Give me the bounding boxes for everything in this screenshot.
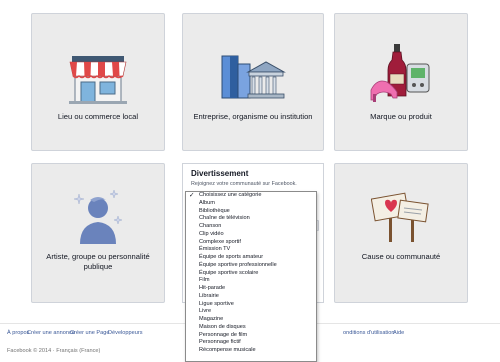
- dropdown-option[interactable]: Maison de disques: [186, 324, 316, 332]
- category-dropdown-list[interactable]: ✓ Choisissez une catégorie Album Bibliothèq…: [185, 191, 317, 362]
- dropdown-option-label: Livre: [199, 308, 212, 315]
- dropdown-option[interactable]: Chanson: [186, 223, 316, 231]
- dropdown-option[interactable]: Magazine: [186, 316, 316, 324]
- person-silhouette-icon: [73, 189, 123, 244]
- tile-label: Cause ou communauté: [361, 252, 441, 261]
- dropdown-option[interactable]: Bibliothèque: [186, 208, 316, 216]
- tile-artist[interactable]: Artiste, groupe ou personnalité publique: [31, 163, 165, 303]
- dropdown-option-label: Chanson: [199, 223, 222, 229]
- tile-title: Divertissement: [191, 169, 249, 178]
- protest-signs-icon: [371, 192, 429, 242]
- dropdown-option-label: Bibliothèque: [199, 207, 230, 214]
- tile-label: Entreprise, organisme ou institution: [193, 112, 313, 121]
- dropdown-option-label: Équipe sportive scolaire: [199, 269, 259, 276]
- dropdown-option-label: Récompense musicale: [199, 347, 256, 353]
- dropdown-option[interactable]: Personnage de film: [186, 332, 316, 340]
- dropdown-option[interactable]: Chaîne de télévision: [186, 215, 316, 223]
- dropdown-option[interactable]: ✓ Choisissez une catégorie: [186, 192, 316, 200]
- dropdown-option-label: Ligue sportive: [199, 300, 234, 307]
- dropdown-option-label: Émission TV: [199, 246, 231, 253]
- footer-link-help[interactable]: Aide: [393, 330, 404, 336]
- dropdown-option-label: Complexe sportif: [199, 238, 241, 245]
- dropdown-option-label: Équipe sportive professionnelle: [199, 261, 277, 268]
- footer-link-terms[interactable]: onditions d'utilisation: [343, 330, 394, 336]
- tile-subtitle: Rejoignez votre communauté sur Facebook.: [191, 181, 297, 187]
- storefront-icon: [69, 56, 127, 104]
- dropdown-option-label: Film: [199, 277, 210, 284]
- dropdown-option[interactable]: Ligue sportive: [186, 301, 316, 309]
- dropdown-option[interactable]: Film: [186, 277, 316, 285]
- dropdown-option[interactable]: Album: [186, 200, 316, 208]
- dropdown-option[interactable]: Personnage fictif: [186, 339, 316, 347]
- tile-label: Marque ou produit: [370, 112, 432, 121]
- dropdown-option-label: Librairie: [199, 292, 219, 299]
- dropdown-option-label: Maison de disques: [199, 323, 246, 330]
- tile-label: Artiste, groupe ou personnalité publique: [46, 252, 150, 271]
- dropdown-option-label: Chaîne de télévision: [199, 215, 250, 222]
- tile-company[interactable]: Entreprise, organisme ou institution: [182, 13, 324, 151]
- footer-link-create-ad[interactable]: Créer une annonce: [27, 330, 75, 336]
- brand-products-icon: [370, 44, 430, 102]
- dropdown-option[interactable]: Livre: [186, 308, 316, 316]
- dropdown-option-label: Hit-parade: [199, 285, 226, 291]
- footer-link-developers[interactable]: Développeurs: [108, 330, 143, 336]
- dropdown-option-label: Équipe de sports amateur: [199, 254, 264, 260]
- dropdown-option[interactable]: Équipe sportive professionnelle: [186, 262, 316, 270]
- dropdown-option[interactable]: Hit-parade: [186, 285, 316, 293]
- dropdown-option[interactable]: Équipe de sports amateur: [186, 254, 316, 262]
- tile-local-business[interactable]: Lieu ou commerce local: [31, 13, 165, 151]
- buildings-icon: [221, 55, 286, 99]
- dropdown-option-label: Album: [199, 199, 215, 206]
- dropdown-option[interactable]: Librairie: [186, 293, 316, 301]
- dropdown-option-label: Personnage fictif: [199, 339, 241, 346]
- copyright-text: Facebook © 2014 · Français (France): [7, 348, 101, 354]
- dropdown-option-label: Choisissez une catégorie: [199, 192, 262, 198]
- dropdown-option-label: Personnage de film: [199, 331, 248, 338]
- tile-label: Lieu ou commerce local: [57, 112, 139, 121]
- checkmark-icon: ✓: [189, 192, 195, 199]
- footer-link-create-page[interactable]: Créer une Page: [70, 330, 110, 336]
- dropdown-option[interactable]: Récompense musicale: [186, 347, 316, 355]
- tile-brand[interactable]: Marque ou produit: [334, 13, 468, 151]
- dropdown-option-label: Clip vidéo: [199, 230, 224, 237]
- dropdown-option-label: Magazine: [199, 316, 224, 322]
- tile-cause[interactable]: Cause ou communauté: [334, 163, 468, 303]
- dropdown-option[interactable]: Équipe sportive scolaire: [186, 270, 316, 278]
- dropdown-option[interactable]: Clip vidéo: [186, 231, 316, 239]
- dropdown-option[interactable]: Émission TV: [186, 246, 316, 254]
